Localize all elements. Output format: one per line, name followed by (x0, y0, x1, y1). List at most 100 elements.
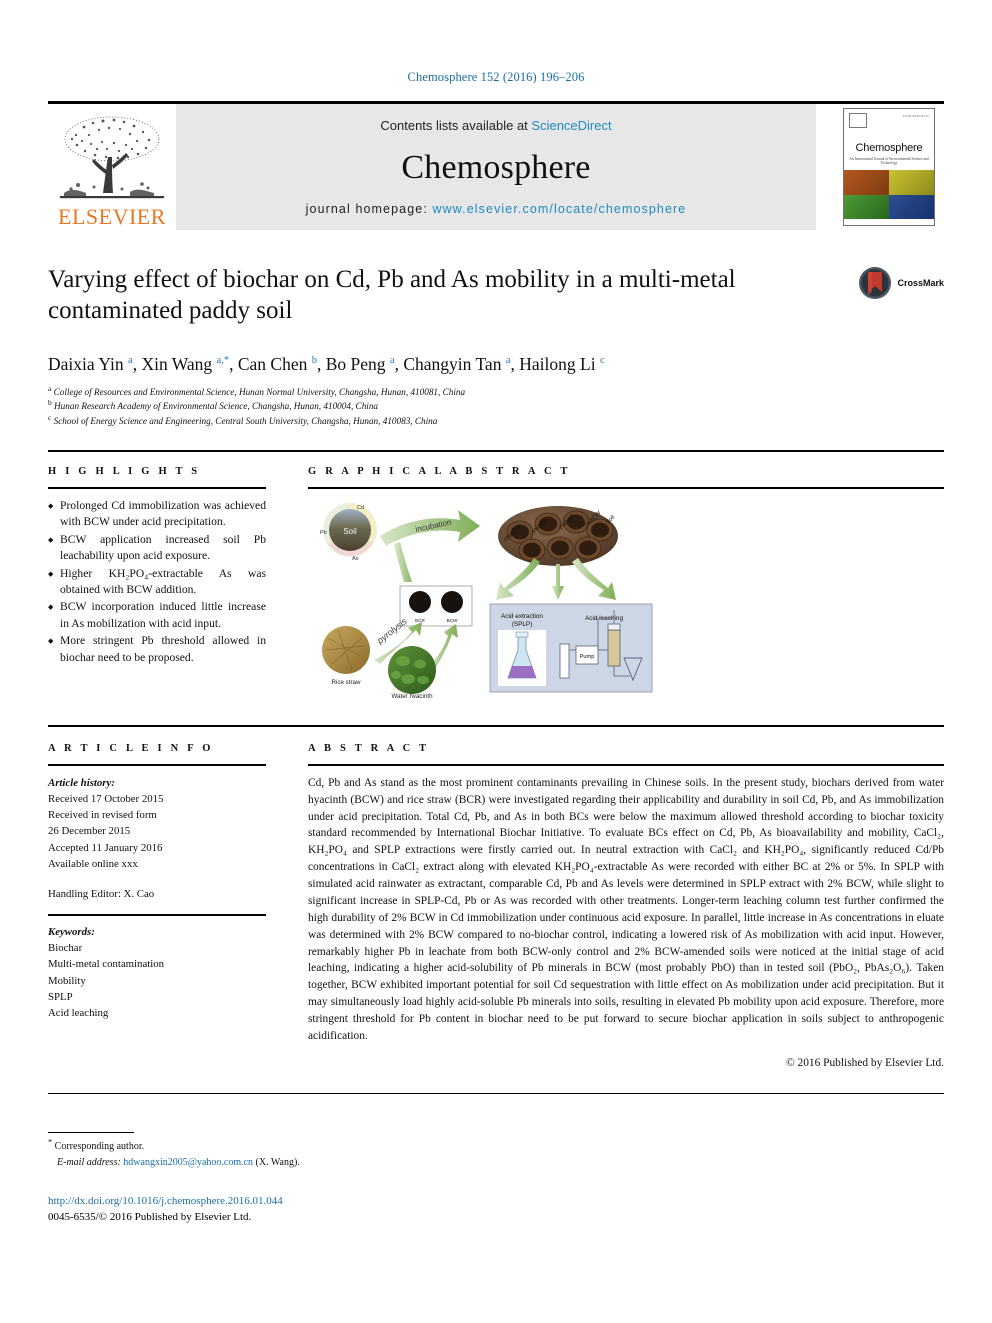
crossmark-label: CrossMark (897, 278, 944, 288)
svg-text:Pump: Pump (580, 654, 595, 660)
affiliation-list: a College of Resources and Environmental… (48, 385, 944, 428)
fan-arrows (496, 557, 616, 600)
keyword-item: Acid leaching (48, 1007, 109, 1019)
article-history-label: Article history: (48, 776, 115, 789)
elsevier-wordmark: ELSEVIER (58, 204, 166, 229)
journal-title: Chemosphere (401, 148, 591, 186)
highlights-list: Prolonged Cd immobilization was achieved… (48, 498, 266, 667)
soil-wheel: Soil Cd Pb As (320, 502, 377, 562)
article-history-lines: Received 17 October 2015 Received in revi… (48, 791, 266, 872)
issn-copyright: 0045-6535/© 2016 Published by Elsevier L… (48, 1211, 252, 1224)
abstract-copyright: © 2016 Published by Elsevier Ltd. (786, 1056, 944, 1069)
article-history-block: Article history: Received 17 October 201… (48, 775, 266, 902)
homepage-prefix: journal homepage: (305, 202, 433, 216)
keywords-lines: Biochar Multi-metal contamination Mobility… (48, 940, 266, 1021)
highlight-item: Higher KH₂PO₄-extractable As was obtaine… (48, 566, 266, 599)
author-list: Daixia Yin a, Xin Wang a,*, Can Chen b, … (48, 354, 605, 374)
highlights-rule (48, 486, 266, 489)
highlight-item: BCW application increased soil Pb leacha… (48, 532, 266, 565)
article-info-heading: A R T I C L E I N F O (48, 742, 214, 754)
section-divider-top (48, 449, 944, 452)
keyword-item: Multi-metal contamination (48, 958, 165, 971)
journal-homepage-link[interactable]: www.elsevier.com/locate/chemosphere (432, 202, 686, 216)
masthead-center: Contents lists available at ScienceDirec… (176, 104, 816, 230)
svg-text:Soil: Soil (605, 514, 616, 525)
cover-journal-title: Chemosphere (855, 142, 923, 154)
crossmark-badge[interactable]: CrossMark (858, 266, 944, 300)
keyword-item: Biochar (48, 942, 83, 955)
pot-array: 5%BCW 5%BCR 2%BCR 2%BCW Soil (498, 505, 618, 566)
graphical-abstract-rule (308, 486, 944, 489)
info-and-abstract: A R T I C L E I N F O Article history: R… (48, 743, 944, 1069)
biochar-samples: BCR BCW (399, 585, 473, 627)
history-line: Received in revised form (48, 809, 157, 822)
graphical-abstract-figure: Soil Cd Pb As incubation 5%BCW 5%BCR 2%B… (320, 502, 653, 700)
svg-text:BCW: BCW (447, 618, 458, 623)
highlight-item: More stringent Pb threshold allowed in b… (48, 633, 266, 666)
paper-page: Chemosphere 152 (2016) 196–206 ELSEVIER … (0, 0, 992, 1323)
svg-text:Rice straw: Rice straw (332, 679, 361, 686)
cover-quadrant-orange (844, 170, 889, 195)
cover-quadrant-green (844, 194, 889, 219)
svg-text:Cd: Cd (357, 505, 364, 511)
elsevier-logo: ELSEVIER (48, 104, 176, 230)
cover-elsevier-icon (849, 113, 867, 128)
abstract-rule (308, 763, 944, 766)
water-hyacinth-sample: Water hyacinth (388, 645, 436, 700)
highlights-column: H I G H L I G H T S Prolonged Cd immobil… (48, 466, 286, 703)
cover-journal-subtitle: An International Journal of Environmenta… (849, 157, 929, 165)
cover-quadrant-blue (889, 194, 934, 219)
handling-editor: Handling Editor: X. Cao (48, 887, 155, 900)
corresponding-author-text: Corresponding author. (54, 1140, 145, 1152)
abstract-heading: A B S T R A C T (308, 742, 430, 754)
svg-text:Water hyacinth: Water hyacinth (391, 693, 433, 698)
svg-text:BCR: BCR (415, 618, 425, 623)
keywords-label: Keywords: (48, 926, 95, 939)
sciencedirect-link[interactable]: ScienceDirect (531, 118, 611, 133)
cover-photo-grid (844, 170, 934, 219)
keywords-rule (48, 914, 266, 917)
doi-link[interactable]: http://dx.doi.org/10.1016/j.chemosphere.… (48, 1193, 944, 1210)
cover-issn: ISSN 0045-6535 (903, 114, 929, 118)
keyword-item: Mobility (48, 974, 86, 987)
keywords-block: Keywords: Biochar Multi-metal contaminati… (48, 924, 266, 1021)
article-info-column: A R T I C L E I N F O Article history: R… (48, 743, 286, 1069)
doi-block: http://dx.doi.org/10.1016/j.chemosphere.… (48, 1193, 944, 1226)
email-label: E-mail address: (57, 1156, 121, 1168)
graphical-abstract-column: G R A P H I C A L A B S T R A C T Soil C… (286, 466, 944, 703)
contents-list-line: Contents lists available at ScienceDirec… (380, 118, 611, 133)
highlight-item: BCW incorporation induced little increas… (48, 599, 266, 632)
running-head: Chemosphere 152 (2016) 196–206 (407, 70, 585, 84)
svg-text:Acid extraction: Acid extraction (501, 613, 543, 620)
history-line: Received 17 October 2015 (48, 792, 164, 805)
footer-divider (48, 1092, 944, 1094)
article-info-rule (48, 763, 266, 766)
journal-homepage-line: journal homepage: www.elsevier.com/locat… (306, 202, 687, 216)
journal-cover-thumbnail: ISSN 0045-6535 Chemosphere An Internatio… (834, 104, 944, 230)
svg-text:Soil: Soil (343, 527, 357, 536)
section-divider-middle (48, 724, 944, 727)
experiments-panel: Acid extraction (SPLP) Acid leaching Pum… (489, 603, 653, 693)
email-owner: (X. Wang). (255, 1156, 300, 1168)
abstract-column: A B S T R A C T Cd, Pb and As stand as t… (286, 743, 944, 1069)
title-block: Varying effect of biochar on Cd, Pb and … (48, 264, 944, 336)
corresponding-author-note: * Corresponding author. (48, 1137, 145, 1152)
footnotes: * Corresponding author. E-mail address: … (48, 1131, 944, 1171)
contents-prefix: Contents lists available at (380, 118, 532, 133)
svg-text:Acid leaching: Acid leaching (585, 615, 623, 622)
journal-masthead: ELSEVIER Contents lists available at Sci… (48, 101, 944, 230)
affiliation: b Hunan Research Academy of Environmenta… (48, 398, 379, 412)
incubation-arrow: incubation (380, 509, 480, 582)
page-title: Varying effect of biochar on Cd, Pb and … (48, 266, 736, 325)
email-note: E-mail address: hdwangxin2005@yahoo.com.… (48, 1155, 944, 1171)
rice-straw-sample: Rice straw (322, 625, 370, 686)
crossmark-icon (859, 267, 892, 299)
highlights-heading: H I G H L I G H T S (48, 465, 201, 477)
highlights-and-graphical-abstract: H I G H L I G H T S Prolonged Cd immobil… (48, 466, 944, 703)
history-line: 26 December 2015 (48, 825, 131, 838)
email-link[interactable]: hdwangxin2005@yahoo.com.cn (123, 1157, 253, 1168)
elsevier-tree-icon (60, 116, 164, 199)
history-line: Accepted 11 January 2016 (48, 841, 163, 854)
keyword-item: SPLP (48, 990, 73, 1003)
abstract-text: Cd, Pb and As stand as the most prominen… (308, 776, 944, 1042)
